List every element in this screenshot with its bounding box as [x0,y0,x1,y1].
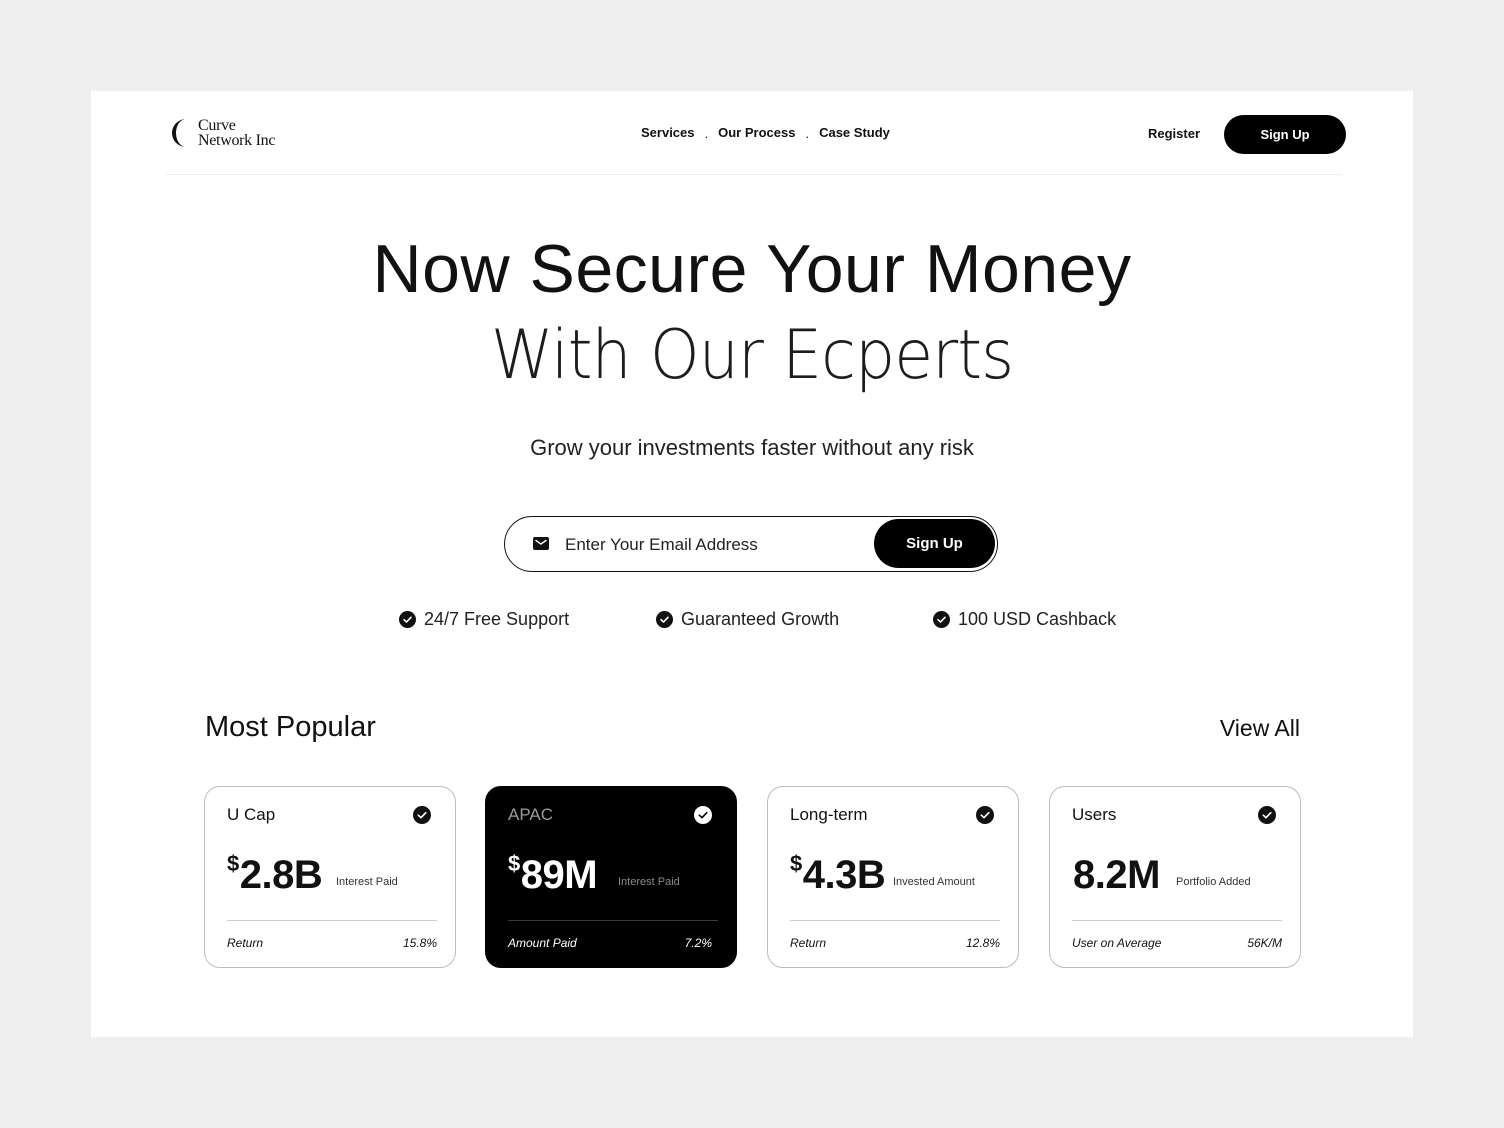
header-signup-button[interactable]: Sign Up [1224,115,1346,154]
card-caption: Portfolio Added [1176,876,1251,888]
section-title: Most Popular [205,711,376,743]
check-circle-icon [933,611,950,628]
hero-signup-button[interactable]: Sign Up [874,519,995,568]
card-value: $2.8B [227,851,323,898]
nav-separator: . [805,126,810,141]
logo-line-2: Network Inc [198,132,276,149]
card-name: Long-term [790,805,868,824]
nav-separator: . [704,126,709,141]
check-circle-icon [694,806,712,824]
card-divider [508,920,718,921]
feature-item: 100 USD Cashback [933,609,1116,630]
email-input[interactable] [563,530,867,560]
card-divider [790,920,1000,921]
hero-subtitle: Grow your investments faster without any… [530,435,974,460]
card-foot-label: Return [790,936,827,950]
features-list: 24/7 Free Support Guaranteed Growth 100 … [91,609,1413,633]
page: Curve Network Inc Services . Our Process… [91,91,1413,1037]
feature-item: 24/7 Free Support [399,609,569,630]
card-name: Users [1072,805,1117,824]
card-foot-value: 12.8% [965,936,1000,950]
card-divider [1072,920,1282,921]
currency-symbol: $ [508,851,520,876]
nav-case-study[interactable]: Case Study [819,125,890,140]
currency-symbol: $ [227,851,239,876]
card-caption: Invested Amount [893,876,975,888]
hero-title-line-1: Now Secure Your Money [372,231,1132,307]
card-amount: 2.8B [239,853,323,897]
mail-icon [533,537,549,550]
card-divider [227,920,437,921]
card-amount: 89M [520,853,598,897]
card-amount: 4.3B [802,853,886,897]
register-link[interactable]: Register [1148,126,1200,141]
card-value: 8.2M [1072,853,1160,898]
card-name: U Cap [227,805,276,824]
card-foot-value: 15.8% [402,936,437,950]
feature-label: Guaranteed Growth [681,609,840,629]
hero-title-line-2: With Our Ecperts [490,316,1014,395]
popular-card-apac[interactable]: APAC $89M Interest Paid Amount Paid 7.2% [485,786,737,968]
card-foot-value: 56K/M [1247,936,1282,950]
logo[interactable]: Curve Network Inc [166,117,275,149]
popular-card-users[interactable]: Users 8.2M Portfolio Added User on Avera… [1049,786,1301,968]
main-nav: Services . Our Process . Case Study [641,125,890,141]
check-circle-icon [399,611,416,628]
check-circle-icon [413,806,431,824]
card-value: $4.3B [790,851,886,898]
card-value: $89M [508,851,598,898]
card-foot-label: User on Average [1072,936,1162,950]
popular-card-u-cap[interactable]: U Cap $2.8B Interest Paid Return 15.8% [204,786,456,968]
card-foot-value: 7.2% [684,936,712,950]
card-foot-label: Amount Paid [508,936,577,950]
email-signup-form: Sign Up [504,516,998,572]
check-circle-icon [976,806,994,824]
logo-icon [172,119,186,147]
header: Curve Network Inc Services . Our Process… [166,91,1346,175]
currency-symbol: $ [790,851,802,876]
feature-label: 24/7 Free Support [424,609,570,629]
logo-line-1: Curve [198,117,236,134]
logo-text: Curve Network Inc [198,117,276,149]
view-all-link[interactable]: View All [1220,715,1300,742]
popular-card-long-term[interactable]: Long-term $4.3B Invested Amount Return 1… [767,786,1019,968]
check-circle-icon [656,611,673,628]
card-caption: Interest Paid [336,876,398,888]
card-caption: Interest Paid [618,876,680,888]
check-circle-icon [1258,806,1276,824]
card-name: APAC [508,805,554,824]
feature-label: 100 USD Cashback [958,609,1117,629]
card-amount: 8.2M [1073,853,1160,897]
nav-services[interactable]: Services [641,125,695,140]
feature-item: Guaranteed Growth [656,609,839,630]
nav-our-process[interactable]: Our Process [718,125,795,140]
card-foot-label: Return [227,936,264,950]
